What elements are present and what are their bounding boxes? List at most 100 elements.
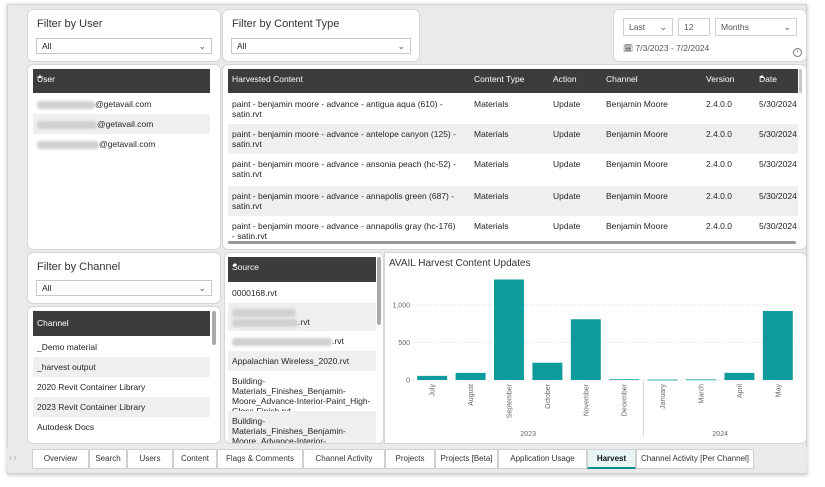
tab-content[interactable]: Content bbox=[173, 449, 217, 469]
tab-search[interactable]: Search bbox=[89, 449, 127, 469]
tab-harvest[interactable]: Harvest bbox=[587, 449, 636, 469]
info-icon[interactable]: i bbox=[793, 48, 802, 57]
col-action[interactable]: Action bbox=[553, 74, 577, 84]
content-type-filter-card: Filter by Content Type All ⌄ bbox=[222, 9, 420, 62]
channel-cell: Benjamin Moore bbox=[606, 99, 668, 109]
channel-cell: Benjamin Moore bbox=[606, 129, 668, 139]
user-filter-value: All bbox=[42, 41, 52, 51]
harvested-content-cell: paint - benjamin moore - advance - annap… bbox=[232, 191, 455, 211]
chart-bar bbox=[686, 379, 716, 381]
channel-name: _harvest output bbox=[37, 362, 96, 372]
chart-bar bbox=[609, 379, 640, 381]
channel-name: _Demo material bbox=[37, 342, 97, 352]
user-email: @getavail.com bbox=[99, 139, 156, 149]
tab-application-usage[interactable]: Application Usage bbox=[498, 449, 587, 469]
content-type-cell: Materials bbox=[474, 129, 509, 139]
table-row[interactable]: paint - benjamin moore - advance - annap… bbox=[228, 186, 798, 216]
table-row[interactable]: paint - benjamin moore - advance - anson… bbox=[228, 154, 798, 186]
content-table-body: paint - benjamin moore - advance - antig… bbox=[228, 94, 798, 239]
col-version[interactable]: Version bbox=[706, 74, 734, 84]
channel-name: Autodesk Docs bbox=[37, 422, 95, 432]
tab-channel-activity[interactable]: Channel Activity bbox=[303, 449, 385, 469]
table-row[interactable]: .rvt bbox=[228, 303, 376, 331]
source-table-body: 0000168.rvt .rvt .rvt Appalachian Wirele… bbox=[228, 283, 376, 444]
redacted-text bbox=[37, 140, 99, 149]
source-name: Building-Materials_Finishes_Benjamin-Moo… bbox=[232, 376, 371, 416]
y-tick-label: 500 bbox=[398, 340, 410, 347]
tab-projects-beta[interactable]: Projects [Beta] bbox=[435, 449, 498, 469]
content-type-filter-dropdown[interactable]: All ⌄ bbox=[231, 38, 411, 54]
table-row[interactable]: .rvt bbox=[228, 331, 376, 351]
source-table-scrollbar[interactable] bbox=[377, 257, 381, 325]
tab-projects[interactable]: Projects bbox=[385, 449, 435, 469]
date-unit-dropdown[interactable]: Months ⌄ bbox=[715, 18, 797, 36]
page-tabs: ‹ › Overview Search Users Content Flags & Co… bbox=[7, 447, 807, 471]
table-row[interactable]: paint - benjamin moore - advance - antig… bbox=[228, 94, 798, 124]
tab-users[interactable]: Users bbox=[127, 449, 173, 469]
table-row[interactable]: 2023 Revit Container Library bbox=[33, 397, 210, 417]
version-cell: 2.4.0.0 bbox=[706, 221, 732, 231]
action-cell: Update bbox=[553, 129, 581, 139]
table-row[interactable]: 2020 Revit Container Library bbox=[33, 377, 210, 397]
x-tick-label: April bbox=[737, 384, 744, 398]
x-tick-label: July bbox=[430, 384, 437, 397]
chart-bar bbox=[455, 372, 486, 380]
table-row[interactable]: 0000168.rvt bbox=[228, 283, 376, 303]
table-row[interactable]: _Demo material bbox=[33, 337, 210, 357]
date-unit-value: Months bbox=[721, 22, 749, 32]
tab-prev-icon[interactable]: ‹ › bbox=[9, 453, 17, 462]
user-email: @getavail.com bbox=[95, 99, 152, 109]
tab-overview[interactable]: Overview bbox=[32, 449, 89, 469]
x-tick-label: January bbox=[660, 384, 667, 409]
source-name: Building-Materials_Finishes_Benjamin-Moo… bbox=[232, 416, 346, 444]
table-row[interactable]: Building-Materials_Finishes_Benjamin-Moo… bbox=[228, 411, 376, 444]
user-filter-card: Filter by User All ⌄ bbox=[27, 9, 221, 62]
content-type-cell: Materials bbox=[474, 99, 509, 109]
table-row[interactable]: _harvest output bbox=[33, 357, 210, 377]
bar-chart: 0 500 1,000 July August September October Novem… bbox=[392, 279, 797, 438]
version-cell: 2.4.0.0 bbox=[706, 99, 732, 109]
sort-up-icon: ▲ bbox=[759, 74, 765, 80]
source-name: Appalachian Wireless_2020.rvt bbox=[232, 356, 350, 366]
date-mode-dropdown[interactable]: Last ⌄ bbox=[623, 18, 673, 36]
channel-column-header: Channel bbox=[37, 318, 69, 328]
source-name: .rvt bbox=[332, 336, 344, 346]
date-count-input[interactable]: 12 bbox=[678, 18, 710, 36]
channel-filter-dropdown[interactable]: All ⌄ bbox=[36, 280, 212, 296]
chart-bar bbox=[762, 311, 793, 380]
table-row[interactable]: @getavail.com bbox=[33, 94, 210, 114]
channel-table-header[interactable]: Channel bbox=[33, 311, 210, 336]
source-table-header[interactable]: Source ▲ bbox=[228, 257, 376, 282]
table-row[interactable]: Building-Materials_Finishes_Benjamin-Moo… bbox=[228, 371, 376, 416]
col-channel[interactable]: Channel bbox=[606, 74, 638, 84]
chart-bar bbox=[570, 319, 601, 380]
user-table-header[interactable]: User ▲ bbox=[33, 69, 210, 93]
harvested-content-cell: paint - benjamin moore - advance - antig… bbox=[232, 99, 443, 119]
table-row[interactable]: paint - benjamin moore - advance - annap… bbox=[228, 216, 798, 239]
tab-flags-comments[interactable]: Flags & Comments bbox=[217, 449, 303, 469]
tab-channel-activity-per-channel[interactable]: Channel Activity [Per Channel] bbox=[636, 449, 754, 469]
x-tick-label: September bbox=[507, 383, 514, 418]
channel-cell: Benjamin Moore bbox=[606, 191, 668, 201]
content-table-horizontal-scrollbar[interactable] bbox=[228, 241, 796, 244]
channel-table-scrollbar[interactable] bbox=[212, 311, 216, 345]
date-cell: 5/30/2024 bbox=[759, 129, 797, 139]
table-row[interactable]: Appalachian Wireless_2020.rvt bbox=[228, 351, 376, 371]
content-table-vertical-scrollbar[interactable] bbox=[799, 69, 802, 93]
col-harvested-content[interactable]: Harvested Content bbox=[232, 74, 303, 84]
user-filter-dropdown[interactable]: All ⌄ bbox=[36, 38, 212, 54]
year-label: 2023 bbox=[520, 431, 536, 438]
x-tick-label: August bbox=[468, 384, 475, 406]
table-row[interactable]: paint - benjamin moore - advance - antel… bbox=[228, 124, 798, 154]
user-email: @getavail.com bbox=[97, 119, 154, 129]
x-tick-label: May bbox=[775, 384, 782, 398]
table-row[interactable]: Autodesk Docs bbox=[33, 417, 210, 437]
version-cell: 2.4.0.0 bbox=[706, 191, 732, 201]
table-row[interactable]: @getavail.com bbox=[33, 134, 210, 154]
table-row[interactable]: @getavail.com bbox=[33, 114, 210, 134]
harvested-content-cell: paint - benjamin moore - advance - annap… bbox=[232, 221, 456, 239]
chevron-down-icon: ⌄ bbox=[659, 22, 667, 32]
x-tick-label: December bbox=[622, 383, 629, 416]
col-content-type[interactable]: Content Type bbox=[474, 74, 524, 84]
content-type-cell: Materials bbox=[474, 159, 509, 169]
